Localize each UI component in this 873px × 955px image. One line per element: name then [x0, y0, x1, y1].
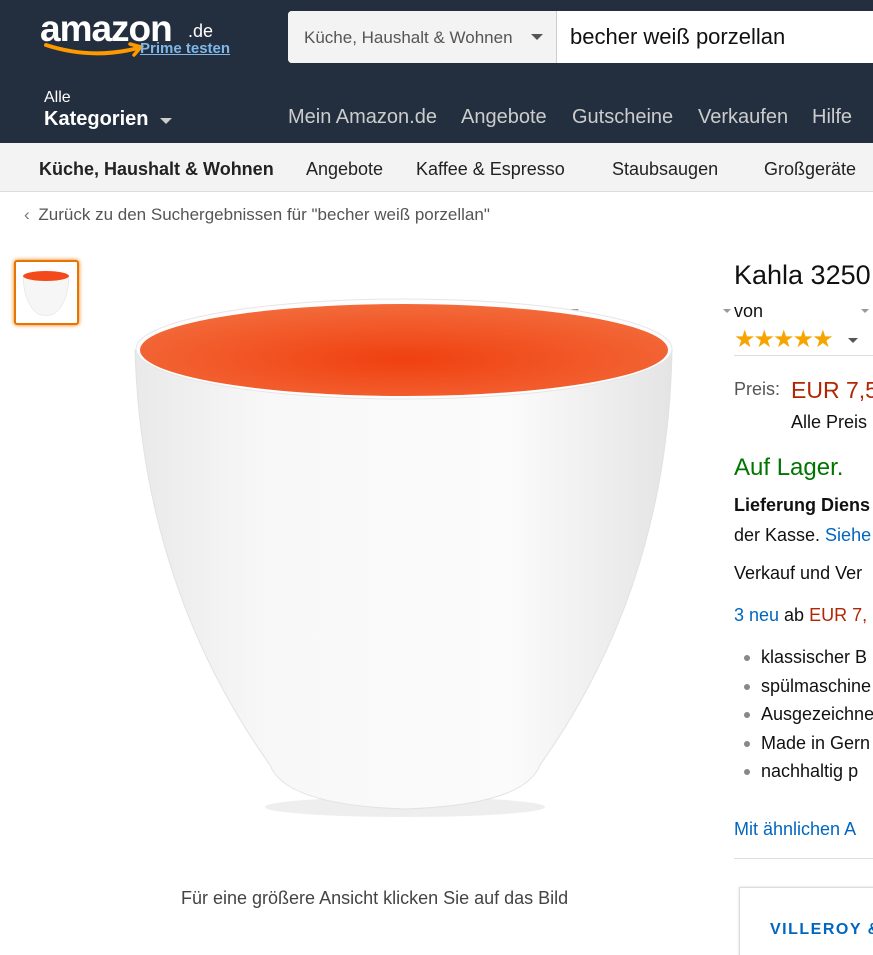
similar-items-link[interactable]: Mit ähnlichen A	[734, 819, 856, 840]
chevron-left-icon: ‹	[24, 205, 30, 224]
smile-arrow-icon	[44, 42, 145, 57]
rating-stars[interactable]: ★★★★★	[734, 325, 859, 354]
subnav-home-kitchen[interactable]: Küche, Haushalt & Wohnen	[39, 159, 274, 180]
search-department-dropdown[interactable]: Küche, Haushalt & Wohnen	[288, 11, 557, 63]
details-link[interactable]: Siehe	[825, 525, 871, 545]
nav-deals[interactable]: Angebote	[461, 106, 547, 129]
subnav-coffee[interactable]: Kaffee & Espresso	[416, 159, 565, 180]
back-to-results-link[interactable]: ‹ Zurück zu den Suchergebnissen für "bec…	[24, 205, 490, 225]
all-prices-note: Alle Preis	[791, 412, 868, 432]
availability-status: Auf Lager.	[734, 454, 844, 481]
checkout-info: der Kasse. Siehe	[734, 525, 871, 546]
star-rating-icon: ★★★★★	[734, 326, 834, 353]
offers-price: EUR 7,	[809, 605, 868, 625]
price-label: Preis:	[734, 379, 781, 399]
categories-label-small: Alle	[44, 89, 71, 106]
feature-bullet: spülmaschine	[734, 676, 873, 705]
subnav-vacuum[interactable]: Staubsaugen	[612, 159, 718, 180]
checkout-text: der Kasse.	[734, 525, 826, 545]
feature-bullet: nachhaltig p	[734, 761, 873, 790]
product-details-column: Kahla 3250 von ★★★★★ Preis: EUR 7,5 Alle…	[734, 255, 873, 955]
categories-label: Kategorien	[44, 108, 149, 130]
feature-bullets: klassischer B spülmaschine Ausgezeichne …	[734, 647, 873, 790]
offers-from-text: ab	[779, 605, 810, 625]
other-offers: 3 neu ab EUR 7,	[734, 605, 867, 626]
subnav-appliances[interactable]: Großgeräte	[764, 159, 856, 180]
delivery-info: Lieferung Diens	[734, 495, 871, 515]
chevron-down-icon	[723, 309, 731, 313]
brand-byline: von	[734, 301, 764, 321]
cup-image	[134, 298, 673, 817]
prime-trial-link[interactable]: Prime testen	[140, 40, 230, 57]
search-department-label: Küche, Haushalt & Wohnen	[304, 28, 513, 47]
top-nav-bar: amazon .de Prime testen Küche, Haushalt …	[0, 0, 873, 143]
divider	[734, 858, 873, 859]
brand-name: VILLEROY &	[770, 921, 873, 938]
main-product-image[interactable]	[120, 285, 690, 845]
subnav-deals[interactable]: Angebote	[306, 159, 383, 180]
nav-coupons[interactable]: Gutscheine	[572, 106, 673, 129]
nav-my-amazon[interactable]: Mein Amazon.de	[288, 106, 437, 129]
search-bar: Küche, Haushalt & Wohnen	[288, 11, 873, 63]
nav-help[interactable]: Hilfe	[812, 106, 852, 129]
cup-thumbnail-image	[22, 271, 70, 316]
product-title: Kahla 3250	[734, 260, 871, 290]
sold-by-info: Verkauf und Ver	[734, 563, 863, 583]
image-caption: Für eine größere Ansicht klicken Sie auf…	[181, 888, 569, 908]
search-input[interactable]	[570, 24, 873, 50]
nav-sell[interactable]: Verkaufen	[698, 106, 788, 129]
brand-box[interactable]: VILLEROY &	[739, 887, 873, 955]
new-offers-link[interactable]: 3 neu	[734, 605, 779, 625]
feature-bullet: Made in Gern	[734, 733, 873, 762]
logo-tld: .de	[188, 21, 214, 41]
image-thumbnail[interactable]	[14, 260, 79, 325]
feature-bullet: klassischer B	[734, 647, 873, 676]
price-value: EUR 7,5	[791, 377, 873, 403]
feature-bullet: Ausgezeichne	[734, 704, 873, 733]
divider	[734, 355, 873, 356]
chevron-down-icon	[160, 118, 172, 124]
category-subnav: Küche, Haushalt & Wohnen Angebote Kaffee…	[0, 143, 873, 313]
chevron-down-icon	[848, 338, 859, 344]
back-link-text: Zurück zu den Suchergebnissen für "beche…	[38, 205, 490, 224]
chevron-down-icon	[531, 34, 543, 40]
